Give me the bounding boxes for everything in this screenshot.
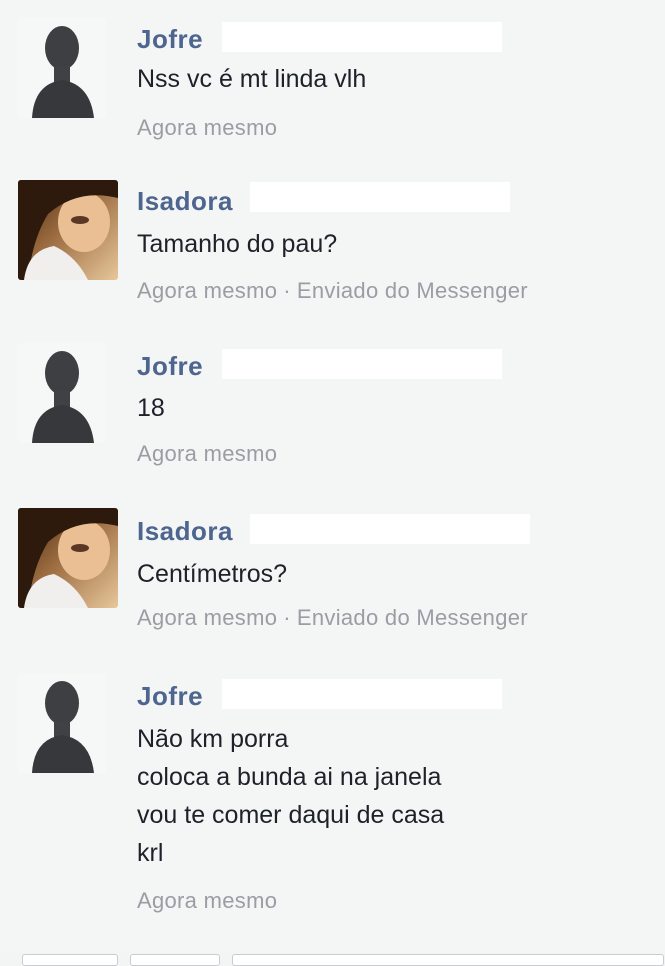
redaction-mask (222, 349, 502, 379)
sender-name[interactable]: Isadora (137, 516, 233, 547)
timestamp: Agora mesmo (137, 605, 278, 630)
isadora-avatar[interactable] (18, 508, 118, 608)
redaction-mask (222, 22, 502, 52)
timestamp: Agora mesmo (137, 278, 278, 303)
jofre-avatar[interactable] (18, 18, 106, 118)
redaction-mask (250, 182, 510, 212)
sent-via: Enviado do Messenger (296, 605, 528, 630)
sender-name[interactable]: Jofre (137, 351, 203, 382)
meta-separator: · (283, 605, 291, 630)
composer-button[interactable] (130, 954, 220, 966)
timestamp: Agora mesmo (137, 441, 278, 466)
message-thread: Jofre Nss vc é mt linda vlh Agora mesmo (0, 0, 665, 966)
sender-name[interactable]: Jofre (137, 681, 203, 712)
composer-button[interactable] (22, 954, 118, 966)
meta-separator: · (283, 278, 291, 303)
timestamp: Agora mesmo (137, 888, 278, 913)
message-meta: Agora mesmo · Enviado do Messenger (137, 605, 528, 631)
sender-name[interactable]: Jofre (137, 24, 203, 55)
message-meta: Agora mesmo (137, 441, 277, 467)
sender-name[interactable]: Isadora (137, 186, 233, 217)
message-text: Tamanho do pau? (137, 230, 338, 258)
sent-via: Enviado do Messenger (296, 278, 528, 303)
message-meta: Agora mesmo · Enviado do Messenger (137, 278, 528, 304)
timestamp: Agora mesmo (137, 115, 278, 140)
composer-bar (0, 952, 665, 966)
message-item: Isadora Centímetros? Agora mesmo · Enviado… (0, 490, 665, 656)
jofre-avatar[interactable] (18, 343, 106, 443)
redaction-mask (222, 679, 502, 709)
message-item: Jofre Não km porra coloca a bunda ai na … (0, 655, 665, 952)
message-item: Jofre 18 Agora mesmo (0, 325, 665, 491)
message-text: Nss vc é mt linda vlh (137, 65, 367, 93)
redaction-mask (250, 514, 530, 544)
isadora-avatar[interactable] (18, 180, 118, 280)
message-item: Isadora Tamanho do pau? Agora mesmo · Envi… (0, 160, 665, 326)
message-meta: Agora mesmo (137, 115, 277, 141)
composer-input[interactable] (232, 954, 664, 966)
message-text: 18 (137, 394, 165, 422)
message-item: Jofre Nss vc é mt linda vlh Agora mesmo (0, 0, 665, 161)
message-text: Não km porra coloca a bunda ai na janela… (137, 725, 445, 867)
message-text: Centímetros? (137, 560, 288, 588)
jofre-avatar[interactable] (18, 673, 106, 773)
message-meta: Agora mesmo (137, 888, 277, 914)
